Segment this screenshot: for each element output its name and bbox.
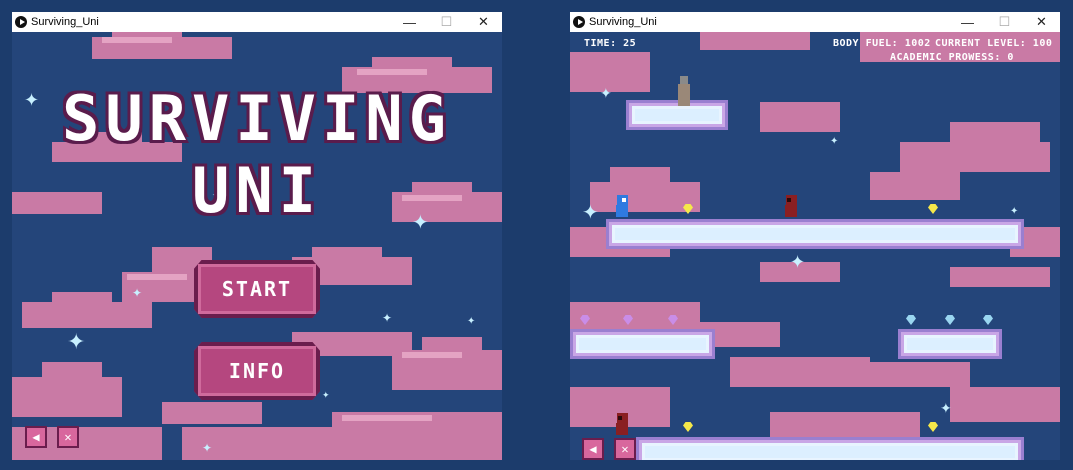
star-icon: ✦ <box>67 330 86 355</box>
hud-academic-prowess: ACADEMIC PROWESS: 0 <box>890 52 1014 63</box>
level-scene: ✦ ✦ ✦ ✦ ✦ ✦ TIME: 25 BODY FUEL: 1002 CUR… <box>570 32 1060 460</box>
hud-current-level: CURRENT LEVEL: 100 <box>935 38 1053 49</box>
star-icon: ✦ <box>132 286 143 300</box>
game-title-line1: SURVIVING <box>62 82 452 155</box>
speaker-mute-icon: ✕ <box>64 430 72 444</box>
star-icon: ✦ <box>582 200 599 224</box>
window-title: Surviving_Uni <box>589 16 657 28</box>
sound-off-button[interactable]: ✕ <box>614 438 636 460</box>
exit-door-statue <box>678 76 690 106</box>
platform <box>898 329 1002 359</box>
menu-scene: ✦ ✦ ✦ ✦ ✦ ✦ ✦ ✦ ✦ ✦ SURVIVING UNI START … <box>12 32 502 460</box>
star-icon: ✦ <box>322 391 330 401</box>
app-icon <box>15 16 27 28</box>
left-game-window: Surviving_Uni — ☐ ✕ ✦ ✦ ✦ ✦ ✦ ✦ ✦ ✦ ✦ SU… <box>12 12 502 460</box>
game-title-line2: UNI <box>192 154 322 227</box>
maximize-button[interactable]: ☐ <box>986 12 1023 32</box>
close-button[interactable]: ✕ <box>465 12 502 32</box>
close-button[interactable]: ✕ <box>1023 12 1060 32</box>
hud-body-fuel: BODY FUEL: 1002 <box>833 38 931 49</box>
hud-time: TIME: 25 <box>584 38 637 49</box>
title-bar[interactable]: Surviving_Uni — ☐ ✕ <box>12 12 502 32</box>
speaker-on-icon: ◀ <box>32 430 40 444</box>
star-icon: ✦ <box>467 316 476 327</box>
star-icon: ✦ <box>790 252 806 273</box>
maximize-button[interactable]: ☐ <box>428 12 465 32</box>
enemy-character <box>785 195 797 217</box>
title-bar[interactable]: Surviving_Uni — ☐ ✕ <box>570 12 1060 32</box>
player-character <box>616 195 628 217</box>
sound-on-button[interactable]: ◀ <box>25 426 47 448</box>
star-icon: ✦ <box>830 136 839 147</box>
platform <box>606 219 1024 249</box>
speaker-on-icon: ◀ <box>589 442 597 456</box>
platform <box>570 329 715 359</box>
platform <box>636 437 1024 460</box>
start-button[interactable]: START <box>194 260 320 318</box>
sound-off-button[interactable]: ✕ <box>57 426 79 448</box>
minimize-button[interactable]: — <box>391 12 428 32</box>
speaker-mute-icon: ✕ <box>621 442 629 456</box>
sound-on-button[interactable]: ◀ <box>582 438 604 460</box>
minimize-button[interactable]: — <box>949 12 986 32</box>
right-game-window: Surviving_Uni — ☐ ✕ ✦ ✦ ✦ ✦ ✦ ✦ TIME: 25… <box>570 12 1060 460</box>
star-icon: ✦ <box>202 441 213 455</box>
window-title: Surviving_Uni <box>31 16 99 28</box>
star-icon: ✦ <box>382 311 393 325</box>
info-button[interactable]: INFO <box>194 342 320 400</box>
star-icon: ✦ <box>600 86 612 102</box>
app-icon <box>573 16 585 28</box>
star-icon: ✦ <box>1010 206 1019 217</box>
enemy-character <box>616 413 628 435</box>
star-icon: ✦ <box>940 401 952 417</box>
